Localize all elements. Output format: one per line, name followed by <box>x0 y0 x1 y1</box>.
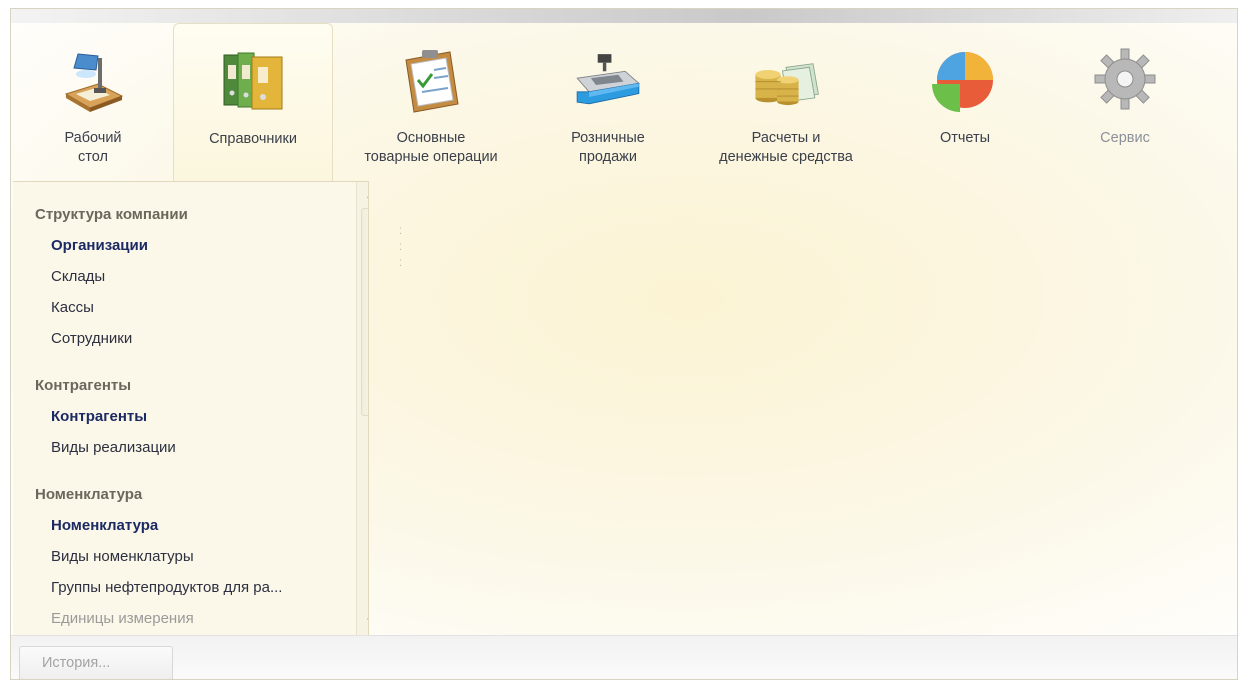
nav-item-nomenclature-types[interactable]: Виды номенклатуры <box>13 541 353 572</box>
section-catalogs[interactable]: Справочники <box>173 23 333 181</box>
panel-splitter-grip-icon[interactable]: ⁚ ⁚ ⁚ <box>399 223 402 271</box>
section-toolbar: Рабочий стол Справочники Основные товарн… <box>13 23 1205 181</box>
section-label: Расчеты и денежные средства <box>719 130 853 165</box>
section-finance[interactable]: Расчеты и денежные средства <box>687 23 885 181</box>
scroll-up-arrow-icon[interactable]: ▲ <box>364 190 368 202</box>
nav-item-nomenclature[interactable]: Номенклатура <box>13 510 353 541</box>
nav-list: Структура компании Организации Склады Ка… <box>13 200 353 634</box>
binders-icon <box>217 44 289 116</box>
scroll-thumb[interactable]: ⁞ <box>361 208 368 416</box>
section-label: Сервис <box>1100 130 1150 146</box>
cash-register-icon <box>572 43 644 115</box>
app-window: Рабочий стол Справочники Основные товарн… <box>10 8 1238 680</box>
scroll-down-arrow-icon[interactable]: ▼ <box>364 616 368 628</box>
nav-item-organizations[interactable]: Организации <box>13 230 353 261</box>
section-reports[interactable]: Отчеты <box>885 23 1045 181</box>
nav-item-employees[interactable]: Сотрудники <box>13 323 353 354</box>
nav-item-cash-desks[interactable]: Кассы <box>13 292 353 323</box>
section-desktop[interactable]: Рабочий стол <box>13 23 173 181</box>
section-label: Основные товарные операции <box>364 130 498 165</box>
section-label: Рабочий стол <box>64 130 122 165</box>
main-area: Рабочий стол Справочники Основные товарн… <box>11 23 1237 635</box>
nav-item-sale-types[interactable]: Виды реализации <box>13 432 353 463</box>
nav-group-title: Контрагенты <box>35 377 132 394</box>
history-bar: История... <box>11 635 1237 679</box>
gear-icon <box>1089 43 1161 115</box>
nav-item-oil-product-groups[interactable]: Группы нефтепродуктов для ра... <box>13 572 353 603</box>
clipboard-checklist-icon <box>395 43 467 115</box>
window-top-bar <box>11 9 1237 23</box>
pie-chart-icon <box>929 43 1001 115</box>
navigation-panel: Структура компании Организации Склады Ка… <box>13 181 369 635</box>
nav-group-title: Структура компании <box>35 206 188 223</box>
section-label: Розничные продажи <box>571 130 645 165</box>
section-label: Справочники <box>209 131 297 147</box>
nav-item-warehouses[interactable]: Склады <box>13 261 353 292</box>
coins-banknotes-icon <box>750 43 822 115</box>
section-label: Отчеты <box>939 130 991 146</box>
nav-item-units[interactable]: Единицы измерения <box>13 603 353 634</box>
nav-item-counterparties[interactable]: Контрагенты <box>13 401 353 432</box>
section-operations[interactable]: Основные товарные операции <box>333 23 529 181</box>
history-button[interactable]: История... <box>19 646 173 679</box>
section-retail[interactable]: Розничные продажи <box>529 23 687 181</box>
nav-group-title: Номенклатура <box>35 486 143 503</box>
desk-lamp-icon <box>57 43 129 115</box>
nav-scrollbar[interactable]: ▲ ⁞ ▼ <box>356 182 368 635</box>
section-service[interactable]: Сервис <box>1045 23 1205 181</box>
